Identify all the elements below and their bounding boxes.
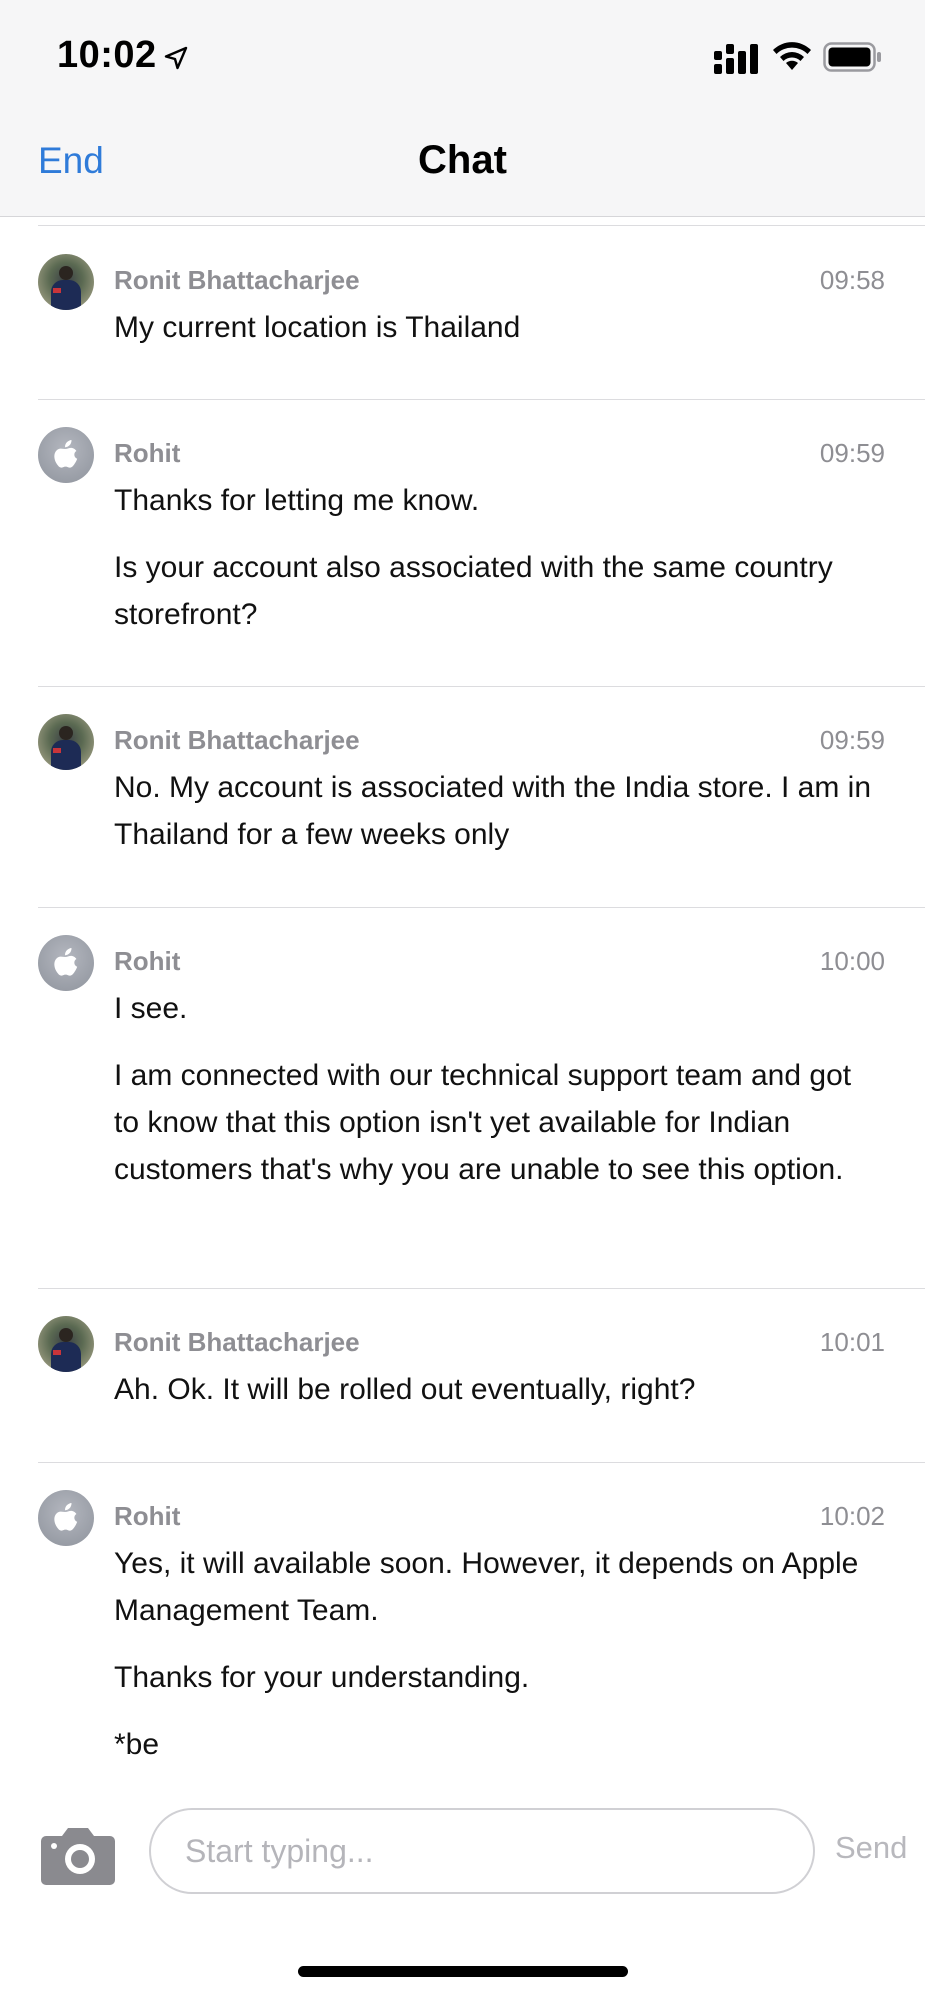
cellular-signal-icon: [714, 44, 758, 74]
message-text: My current location is Thailand: [114, 311, 521, 344]
message-composer: Send: [0, 1808, 925, 1918]
message-time: 10:02: [819, 1501, 885, 1531]
message-text: Is your account also associated with the…: [114, 551, 833, 631]
camera-icon[interactable]: [40, 1824, 116, 1886]
message-time: 10:01: [819, 1327, 885, 1357]
message-text: Thanks for your understanding.: [114, 1661, 530, 1694]
message-text: Thanks for letting me know.: [114, 484, 480, 517]
message-time: 09:58: [819, 265, 885, 295]
apple-logo-icon: [54, 948, 78, 976]
chat-screen: 10:02 End Chat Ronit Bhattacharjee 09:58…: [0, 0, 925, 2000]
send-button[interactable]: Send: [835, 1830, 907, 1866]
message-divider: [38, 399, 925, 400]
apple-logo-avatar: [38, 427, 94, 483]
message-text: I am connected with our technical suppor…: [114, 1059, 852, 1186]
apple-logo-avatar: [38, 1490, 94, 1546]
message-divider: [38, 686, 925, 687]
message-divider: [38, 225, 925, 226]
message-text: *be: [114, 1728, 160, 1761]
message-time: 09:59: [819, 438, 885, 468]
message-sender: Rohit: [114, 1501, 181, 1531]
location-arrow-icon: [164, 46, 188, 70]
message-input[interactable]: [149, 1808, 815, 1894]
nav-bar: End Chat: [0, 110, 925, 217]
apple-logo-icon: [54, 1503, 78, 1531]
chat-transcript[interactable]: Ronit Bhattacharjee 09:58 My current loc…: [0, 217, 925, 1807]
message-sender: Rohit: [114, 438, 181, 468]
message-text: No. My account is associated with the In…: [114, 771, 872, 851]
message-sender: Ronit Bhattacharjee: [114, 265, 360, 295]
message-text: Yes, it will available soon. However, it…: [114, 1547, 859, 1627]
message-text: Ah. Ok. It will be rolled out eventually…: [114, 1373, 696, 1406]
apple-logo-icon: [54, 440, 78, 468]
message-time: 09:59: [819, 725, 885, 755]
user-avatar: [38, 254, 94, 310]
message-sender: Ronit Bhattacharjee: [114, 725, 360, 755]
apple-logo-avatar: [38, 935, 94, 991]
message-divider: [38, 1462, 925, 1463]
wifi-icon: [773, 42, 811, 70]
home-indicator[interactable]: [298, 1966, 628, 1977]
status-bar: 10:02: [0, 0, 925, 110]
message-divider: [38, 1288, 925, 1289]
message-sender: Rohit: [114, 946, 181, 976]
message-divider: [38, 907, 925, 908]
message-time: 10:00: [819, 946, 885, 976]
status-time: 10:02: [57, 34, 157, 76]
message-sender: Ronit Bhattacharjee: [114, 1327, 360, 1357]
message-text: I see.: [114, 992, 188, 1025]
battery-icon: [823, 42, 881, 72]
page-title: Chat: [418, 138, 507, 182]
user-avatar: [38, 1316, 94, 1372]
user-avatar: [38, 714, 94, 770]
